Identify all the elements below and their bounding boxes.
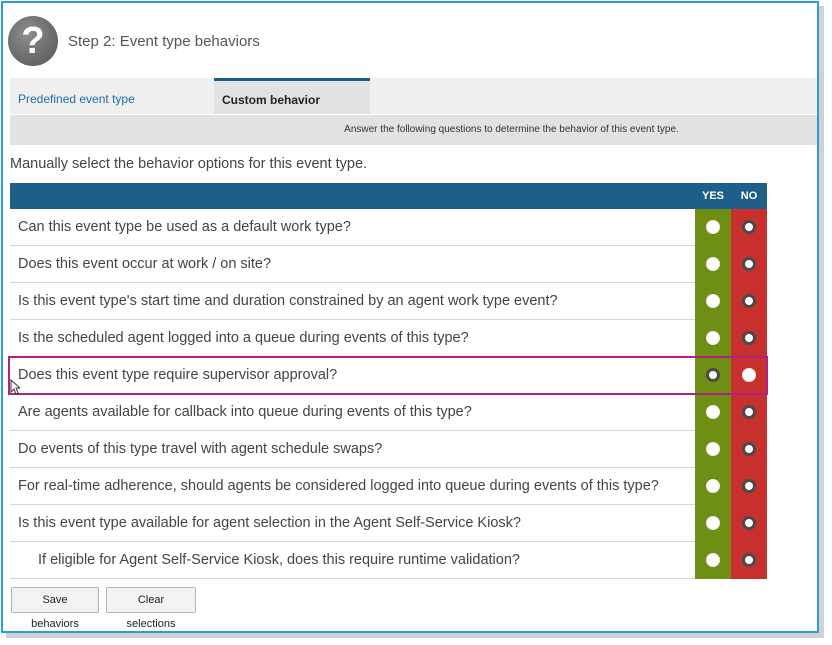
no-radio[interactable]	[742, 553, 756, 567]
yes-radio[interactable]	[706, 257, 720, 271]
no-radio[interactable]	[742, 331, 756, 345]
yes-cell	[695, 542, 731, 579]
no-radio[interactable]	[742, 479, 756, 493]
yes-radio[interactable]	[706, 331, 720, 345]
intro-text: Manually select the behavior options for…	[10, 156, 368, 172]
question-label: For real-time adherence, should agents b…	[18, 478, 659, 494]
question-label: Can this event type be used as a default…	[18, 219, 351, 235]
table-row: Is this event type available for agent s…	[10, 505, 767, 542]
table-row: Is the scheduled agent logged into a que…	[10, 320, 767, 357]
no-radio[interactable]	[742, 294, 756, 308]
yes-cell	[695, 431, 731, 468]
no-cell	[731, 431, 767, 468]
question-label: Is the scheduled agent logged into a que…	[18, 330, 469, 346]
save-behaviors-button[interactable]: Save behaviors	[11, 587, 99, 630]
behavior-table: YES NO Can this event type be used as a …	[10, 183, 767, 579]
yes-cell	[695, 283, 731, 320]
no-cell	[731, 357, 767, 394]
table-row: Can this event type be used as a default…	[10, 209, 767, 246]
question-label: Is this event type's start time and dura…	[18, 293, 558, 309]
page-title: Step 2: Event type behaviors	[68, 32, 260, 50]
question-label: Is this event type available for agent s…	[18, 515, 521, 531]
yes-cell	[695, 357, 731, 394]
no-cell	[731, 246, 767, 283]
tab-custom-behavior-settings[interactable]: Custom behavior settings	[214, 78, 370, 145]
no-radio[interactable]	[742, 405, 756, 419]
yes-radio[interactable]	[706, 479, 720, 493]
help-icon: ?	[8, 16, 58, 66]
no-radio[interactable]	[742, 257, 756, 271]
table-header: YES NO	[10, 183, 767, 209]
no-cell	[731, 468, 767, 505]
no-cell	[731, 505, 767, 542]
yes-cell	[695, 505, 731, 542]
tab-predefined-classifications[interactable]: Predefined event type classifications	[10, 78, 214, 148]
mouse-cursor-icon	[10, 379, 20, 395]
clear-selections-button[interactable]: Clear selections	[106, 587, 196, 630]
no-radio[interactable]	[742, 516, 756, 530]
table-row: For real-time adherence, should agents b…	[10, 468, 767, 505]
tab-bar: Predefined event type classifications Cu…	[10, 78, 817, 148]
no-cell	[731, 283, 767, 320]
question-label: Does this event occur at work / on site?	[18, 256, 272, 272]
no-cell	[731, 209, 767, 246]
question-label: Do events of this type travel with agent…	[18, 441, 383, 457]
no-cell	[731, 542, 767, 579]
no-cell	[731, 320, 767, 357]
table-row: Does this event occur at work / on site?	[10, 246, 767, 283]
instruction-bar: Answer the following questions to determ…	[10, 115, 817, 145]
no-radio[interactable]	[742, 368, 756, 382]
table-row: Are agents available for callback into q…	[10, 394, 767, 431]
yes-cell	[695, 320, 731, 357]
no-column-header: NO	[740, 190, 758, 202]
no-radio[interactable]	[742, 220, 756, 234]
yes-cell	[695, 468, 731, 505]
yes-radio[interactable]	[706, 516, 720, 530]
yes-cell	[695, 209, 731, 246]
yes-radio[interactable]	[706, 368, 720, 382]
yes-radio[interactable]	[706, 220, 720, 234]
yes-radio[interactable]	[706, 553, 720, 567]
no-radio[interactable]	[742, 442, 756, 456]
table-row: Does this event type require supervisor …	[10, 357, 767, 394]
yes-radio[interactable]	[706, 405, 720, 419]
question-label: Does this event type require supervisor …	[18, 367, 338, 383]
table-row: Do events of this type travel with agent…	[10, 431, 767, 468]
table-row: If eligible for Agent Self-Service Kiosk…	[10, 542, 767, 579]
question-label: Are agents available for callback into q…	[18, 404, 472, 420]
yes-radio[interactable]	[706, 294, 720, 308]
yes-cell	[695, 394, 731, 431]
table-row: Is this event type's start time and dura…	[10, 283, 767, 320]
yes-cell	[695, 246, 731, 283]
question-label: If eligible for Agent Self-Service Kiosk…	[38, 552, 520, 568]
dialog-header: ? Step 2: Event type behaviors	[8, 14, 260, 68]
yes-radio[interactable]	[706, 442, 720, 456]
yes-column-header: YES	[701, 190, 724, 202]
no-cell	[731, 394, 767, 431]
